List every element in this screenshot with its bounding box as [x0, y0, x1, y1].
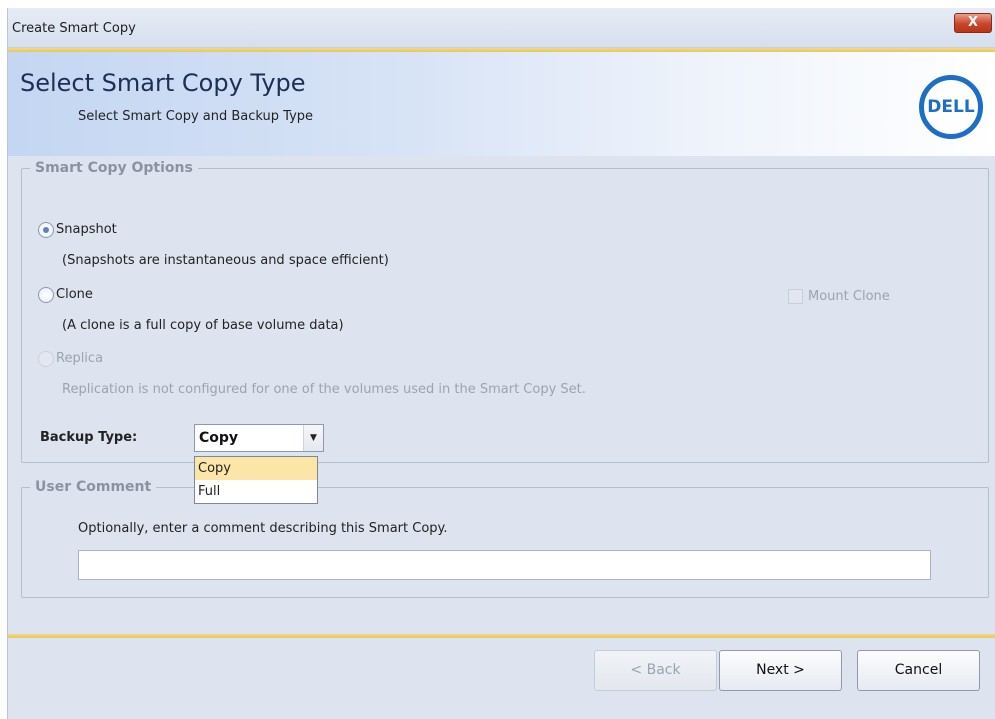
backup-option-copy[interactable]: Copy — [195, 457, 317, 480]
back-button[interactable]: < Back — [594, 650, 717, 691]
next-button[interactable]: Next > — [719, 650, 842, 691]
snapshot-description: (Snapshots are instantaneous and space e… — [62, 253, 389, 268]
close-button[interactable]: X — [954, 13, 992, 33]
backup-type-dropdown-list: Copy Full — [194, 456, 318, 504]
backup-type-label: Backup Type: — [40, 430, 138, 445]
dell-logo: DELL — [919, 75, 983, 139]
cancel-button[interactable]: Cancel — [857, 650, 980, 691]
mount-clone-label: Mount Clone — [808, 289, 890, 304]
replica-radio[interactable] — [38, 351, 54, 367]
footer-accent-line — [8, 634, 995, 638]
backup-type-select[interactable]: Copy ▼ — [194, 424, 324, 452]
comment-input[interactable] — [78, 550, 931, 580]
title-bar[interactable]: Create Smart Copy X — [8, 8, 995, 48]
user-comment-group: User Comment — [21, 479, 989, 598]
backup-option-full[interactable]: Full — [195, 480, 317, 503]
comment-instruction: Optionally, enter a comment describing t… — [78, 521, 448, 536]
user-comment-legend: User Comment — [35, 479, 152, 495]
backup-type-value: Copy — [199, 430, 239, 446]
window-title: Create Smart Copy — [12, 21, 136, 36]
replica-label: Replica — [56, 351, 104, 366]
wizard-footer — [8, 640, 995, 719]
wizard-header: Select Smart Copy Type Select Smart Copy… — [8, 52, 995, 156]
replica-description: Replication is not configured for one of… — [62, 382, 586, 397]
snapshot-radio[interactable] — [38, 222, 54, 238]
smart-copy-options-group: Smart Copy Options — [21, 160, 989, 463]
snapshot-label[interactable]: Snapshot — [56, 222, 117, 237]
page-subtitle: Select Smart Copy and Backup Type — [78, 109, 314, 124]
chevron-down-icon[interactable]: ▼ — [303, 425, 323, 451]
page-title: Select Smart Copy Type — [20, 69, 306, 97]
create-smart-copy-dialog: Create Smart Copy X Select Smart Copy Ty… — [7, 8, 995, 719]
smart-copy-options-legend: Smart Copy Options — [35, 160, 193, 176]
mount-clone-checkbox[interactable] — [788, 289, 803, 304]
clone-description: (A clone is a full copy of base volume d… — [62, 318, 344, 333]
clone-radio[interactable] — [38, 287, 54, 303]
clone-label[interactable]: Clone — [56, 287, 93, 302]
